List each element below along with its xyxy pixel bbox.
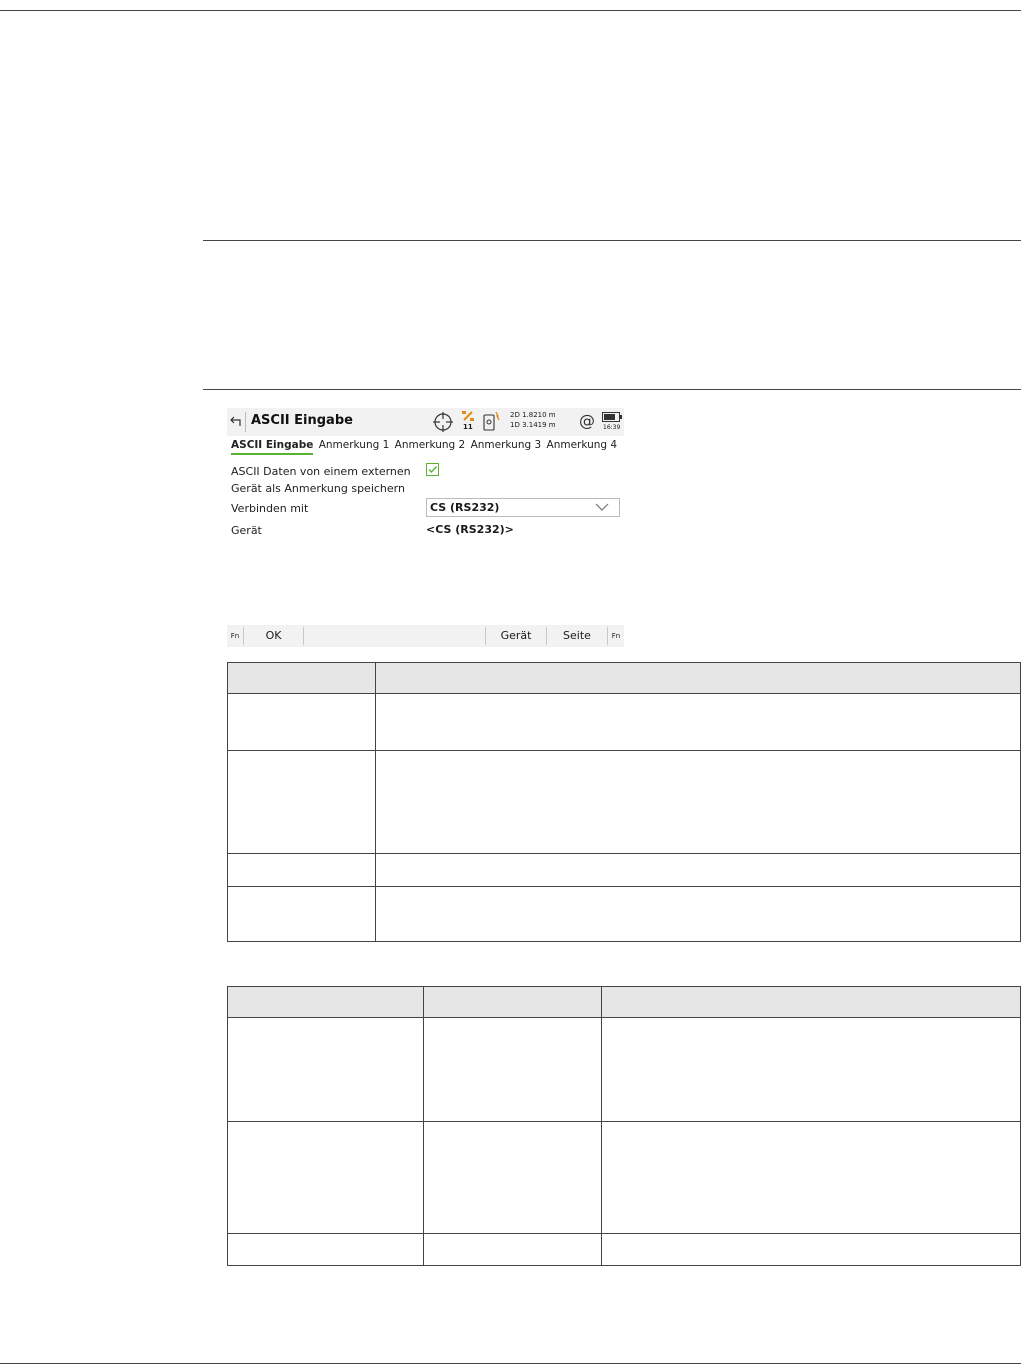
tab-anmerkung-3[interactable]: Anmerkung 3 <box>471 439 542 451</box>
gnss-device-icon <box>483 411 500 431</box>
seite-button[interactable]: Seite <box>547 625 607 647</box>
device-screenshot: ASCII Eingabe 11 2D 1.8210 m 1D 3.1419 m… <box>227 408 624 648</box>
table-header-row <box>227 662 1021 694</box>
table-header-cell <box>423 986 602 1018</box>
section-rule <box>203 240 1021 241</box>
table-cell <box>227 693 376 751</box>
table-row <box>227 853 1021 887</box>
softkey-divider <box>303 627 304 645</box>
table-row <box>227 693 1021 751</box>
table-cell <box>375 750 1021 854</box>
ok-button[interactable]: OK <box>244 625 303 647</box>
table-row <box>227 1233 1021 1266</box>
table-cell <box>423 1017 602 1122</box>
clock: 16:39 <box>603 424 621 431</box>
satellite-count: 11 <box>463 423 473 431</box>
page-title: ASCII Eingabe <box>251 413 353 428</box>
tab-anmerkung-1[interactable]: Anmerkung 1 <box>319 439 390 451</box>
device-value: <CS (RS232)> <box>426 523 514 536</box>
table-cell <box>375 693 1021 751</box>
position-quality-1d: 1D 3.1419 m <box>510 421 556 429</box>
ascii-option-label: ASCII Daten von einem externen <box>231 465 411 478</box>
table-row <box>227 1017 1021 1122</box>
table-cell <box>227 886 376 942</box>
table-cell <box>601 1121 1021 1234</box>
table-cell <box>601 1017 1021 1122</box>
connect-label: Verbinden mit <box>231 502 309 515</box>
table-row <box>227 1121 1021 1234</box>
table-cell <box>423 1121 602 1234</box>
table-cell <box>375 886 1021 942</box>
table-cell <box>227 750 376 854</box>
table-cell <box>375 853 1021 887</box>
tab-ascii-eingabe[interactable]: ASCII Eingabe <box>231 439 314 455</box>
device-label: Gerät <box>231 524 262 537</box>
connect-select[interactable]: CS (RS232) <box>426 498 620 517</box>
table-cell <box>227 1121 424 1234</box>
title-divider <box>245 412 246 432</box>
table-header-cell <box>375 662 1021 694</box>
top-rule <box>0 10 1021 11</box>
table-header-cell <box>227 986 424 1018</box>
section-rule <box>203 389 1021 390</box>
bottom-rule <box>0 1363 1021 1364</box>
title-bar: ASCII Eingabe 11 2D 1.8210 m 1D 3.1419 m… <box>227 408 624 436</box>
field-table <box>227 986 1021 1266</box>
table-header-row <box>227 986 1021 1018</box>
back-icon[interactable] <box>230 413 244 429</box>
description-table <box>227 662 1021 942</box>
crosshair-icon <box>433 412 453 432</box>
fn-left-button[interactable]: Fn <box>228 625 242 647</box>
ascii-checkbox[interactable] <box>426 463 439 476</box>
table-row <box>227 750 1021 854</box>
satellite-icon <box>462 411 474 421</box>
softkey-divider <box>607 627 608 645</box>
battery-icon <box>602 412 622 422</box>
tab-bar: ASCII Eingabe Anmerkung 1 Anmerkung 2 An… <box>231 439 619 455</box>
table-cell <box>227 1017 424 1122</box>
softkey-bar: Fn OK Gerät Seite Fn <box>227 625 624 647</box>
table-cell <box>601 1233 1021 1266</box>
table-row <box>227 886 1021 942</box>
tab-anmerkung-2[interactable]: Anmerkung 2 <box>395 439 466 451</box>
tab-anmerkung-4[interactable]: Anmerkung 4 <box>547 439 618 451</box>
checkmark-icon <box>428 466 438 474</box>
geraet-button[interactable]: Gerät <box>486 625 546 647</box>
at-sign-icon: @ <box>579 411 595 430</box>
table-header-cell <box>601 986 1021 1018</box>
ascii-option-label-line2: Gerät als Anmerkung speichern <box>231 482 405 495</box>
position-quality-2d: 2D 1.8210 m <box>510 411 556 419</box>
table-cell <box>227 1233 424 1266</box>
chevron-down-icon <box>595 503 609 511</box>
table-header-cell <box>227 662 376 694</box>
table-cell <box>227 853 376 887</box>
fn-right-button[interactable]: Fn <box>609 625 623 647</box>
connect-select-value: CS (RS232) <box>430 501 500 514</box>
table-cell <box>423 1233 602 1266</box>
